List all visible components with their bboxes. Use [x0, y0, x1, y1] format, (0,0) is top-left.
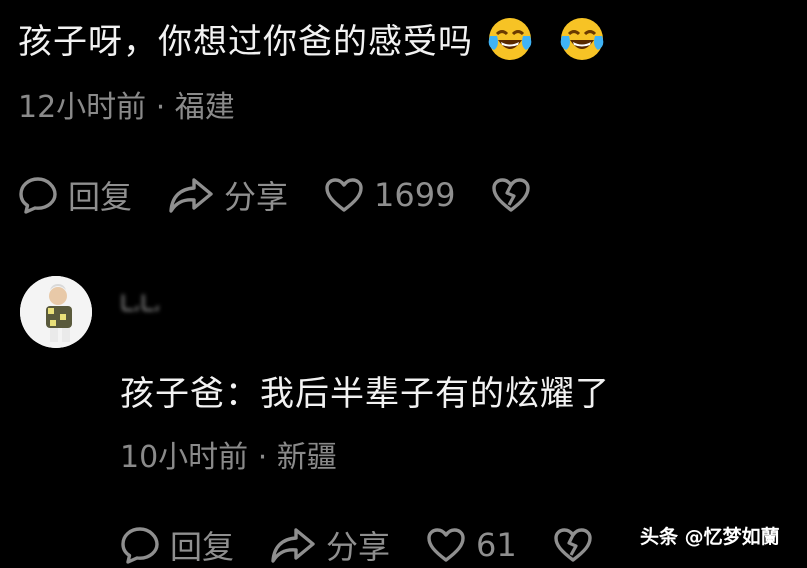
- avatar-image: [20, 276, 92, 348]
- broken-heart-icon: [492, 178, 531, 212]
- reply-username[interactable]: ـا،ـا،: [120, 292, 161, 317]
- broken-heart-icon: [554, 528, 592, 562]
- share-label: 分享: [224, 178, 289, 216]
- share-button[interactable]: 分享: [270, 522, 390, 568]
- share-arrow-icon: [271, 528, 315, 563]
- heart-icon: [427, 528, 465, 562]
- share-button[interactable]: 分享: [168, 172, 288, 218]
- reply-comment-actions: 回复 分享 61: [120, 522, 593, 568]
- reply-label: 回复: [68, 178, 133, 216]
- reply-time-location: 10小时前 · 新疆: [120, 440, 337, 475]
- heart-icon: [325, 178, 363, 212]
- comment-bubble-icon: [121, 527, 159, 564]
- reply-button[interactable]: 回复: [18, 172, 132, 218]
- dislike-button[interactable]: [491, 177, 531, 213]
- reply-comment-text: 孩子爸：我后半辈子有的炫耀了: [120, 374, 610, 414]
- like-count: 61: [476, 526, 517, 564]
- like-count: 1699: [374, 176, 456, 214]
- share-arrow-icon: [169, 178, 213, 213]
- dislike-button[interactable]: [553, 527, 593, 563]
- watermark: 头条 @忆梦如蘭: [640, 526, 780, 548]
- reply-button[interactable]: 回复: [120, 522, 234, 568]
- reply-label: 回复: [170, 528, 235, 566]
- comment-bubble-icon: [19, 177, 57, 214]
- main-comment-text: 孩子呀，你想过你爸的感受吗: [18, 22, 473, 62]
- share-label: 分享: [326, 528, 391, 566]
- avatar[interactable]: [20, 276, 92, 348]
- main-comment-actions: 回复 分享 1699: [18, 172, 531, 218]
- like-button[interactable]: 1699: [324, 176, 455, 214]
- laughing-crying-emoji-icon: [560, 17, 604, 60]
- laughing-crying-emoji-icon: [488, 17, 532, 60]
- like-button[interactable]: 61: [426, 526, 517, 564]
- main-comment-time-location: 12小时前 · 福建: [18, 90, 235, 125]
- main-comment: 孩子呀，你想过你爸的感受吗: [18, 14, 605, 63]
